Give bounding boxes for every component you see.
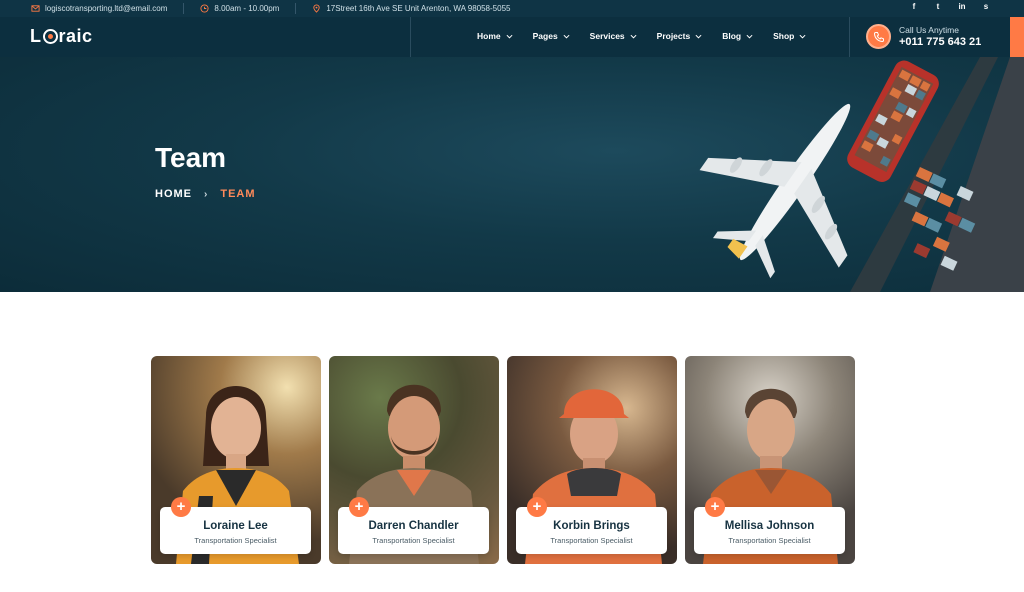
plus-icon[interactable]: + [527,497,547,517]
member-role: Transportation Specialist [372,536,455,545]
call-label: Call Us Anytime [899,25,959,35]
member-role: Transportation Specialist [550,536,633,545]
phone-icon [866,24,891,49]
main-nav: Home Pages Services Projects Blog Shop [477,31,806,41]
logo-letter: L [30,26,42,46]
page-title: Team [155,142,227,173]
call-block[interactable]: Call Us Anytime +011 775 643 21 [866,24,981,49]
team-card[interactable]: Darren Chandler Transportation Specialis… [329,356,499,564]
member-name[interactable]: Korbin Brings [516,520,667,532]
team-card[interactable]: Loraine Lee Transportation Specialist + [151,356,321,564]
chevron-down-icon [746,34,753,39]
address-text: 17Street 16th Ave SE Unit Arenton, WA 98… [326,4,511,13]
member-role: Transportation Specialist [728,536,811,545]
email-info[interactable]: logiscotransporting.ltd@email.com [31,4,167,13]
chevron-down-icon [630,34,637,39]
header-accent [1010,17,1024,57]
social-links: f t in s [908,2,992,11]
nav-item-shop[interactable]: Shop [773,31,806,41]
nav-item-blog[interactable]: Blog [722,31,753,41]
address-info: 17Street 16th Ave SE Unit Arenton, WA 98… [312,4,510,13]
hero-illustration [699,57,1024,292]
clock-icon [200,4,209,13]
logo-rest: raic [58,26,93,46]
member-name[interactable]: Mellisa Johnson [694,520,845,532]
map-pin-icon [313,4,320,13]
chevron-down-icon [695,34,702,39]
top-bar: logiscotransporting.ltd@email.com 8.00am… [0,0,1024,17]
hours-info: 8.00am - 10.00pm [200,4,279,13]
skype-icon[interactable]: s [980,2,992,11]
twitter-icon[interactable]: t [932,2,944,11]
site-logo[interactable]: L raic [30,26,93,47]
chevron-down-icon [799,34,806,39]
nav-item-projects[interactable]: Projects [657,31,703,41]
divider [295,3,297,14]
breadcrumb: HOME › TEAM [155,188,256,200]
plus-icon[interactable]: + [171,497,191,517]
plus-icon[interactable]: + [705,497,725,517]
breadcrumb-home[interactable]: HOME [155,188,192,200]
call-number[interactable]: +011 775 643 21 [899,36,981,48]
team-card[interactable]: Korbin Brings Transportation Specialist … [507,356,677,564]
chevron-down-icon [563,34,570,39]
member-role: Transportation Specialist [194,536,277,545]
member-name[interactable]: Loraine Lee [160,520,311,532]
header-divider [410,17,411,57]
header-divider [849,17,850,57]
chevron-down-icon [506,34,513,39]
nav-item-home[interactable]: Home [477,31,513,41]
plus-icon[interactable]: + [349,497,369,517]
nav-item-services[interactable]: Services [590,31,637,41]
email-text: logiscotransporting.ltd@email.com [45,4,168,13]
member-name[interactable]: Darren Chandler [338,520,489,532]
nav-item-pages[interactable]: Pages [533,31,570,41]
hours-text: 8.00am - 10.00pm [214,4,280,13]
main-header: L raic Home Pages Services Projects Blog… [0,17,1024,57]
team-card[interactable]: Mellisa Johnson Transportation Specialis… [685,356,855,564]
chevron-right-icon: › [204,188,209,200]
envelope-icon [31,5,40,12]
divider [183,3,185,14]
breadcrumb-current: TEAM [220,188,256,200]
linkedin-icon[interactable]: in [956,2,968,11]
facebook-icon[interactable]: f [908,2,920,11]
team-grid: Loraine Lee Transportation Specialist + … [151,356,855,564]
globe-icon [42,29,58,44]
page-hero: Team HOME › TEAM [0,57,1024,292]
